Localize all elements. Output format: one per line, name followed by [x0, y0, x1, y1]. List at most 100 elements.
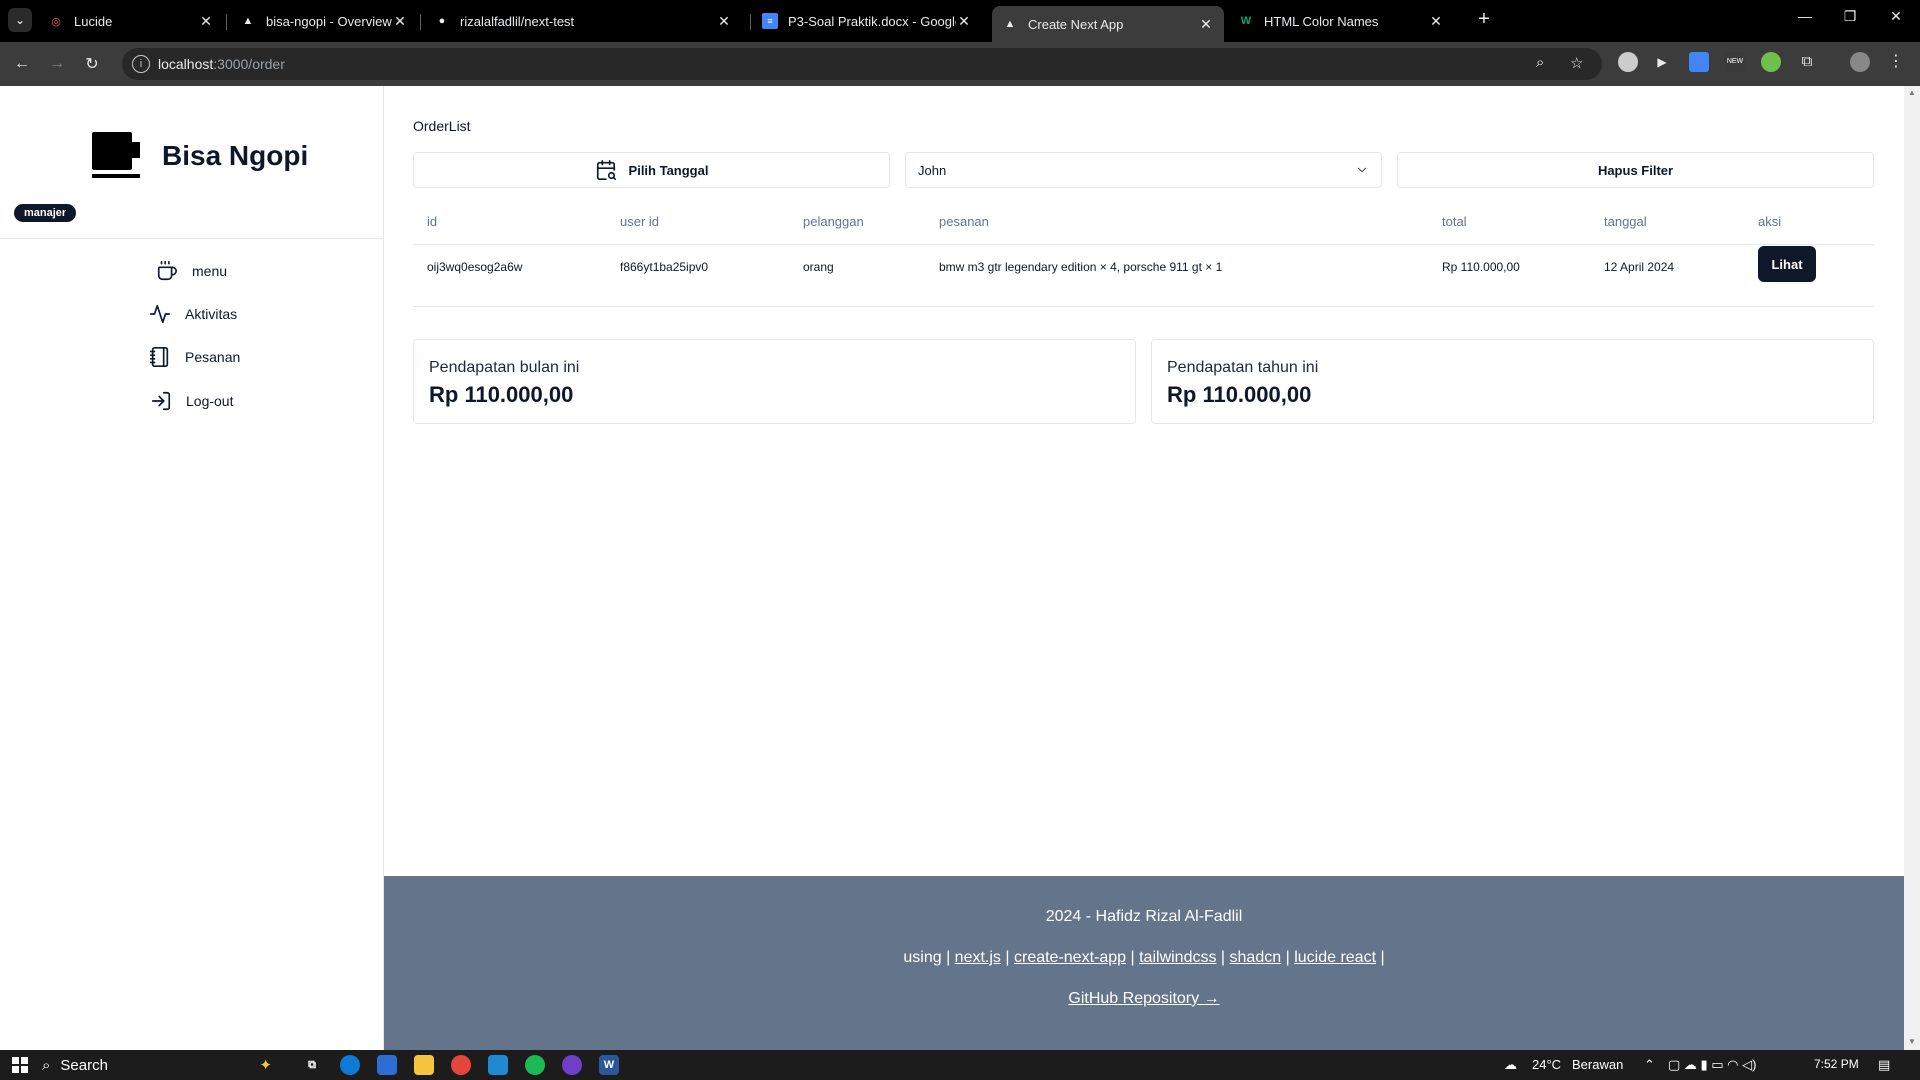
weather-cloud-icon[interactable]: ☁	[1504, 1057, 1517, 1073]
taskbar-search[interactable]: ⌕ Search ✦	[42, 1053, 282, 1077]
bookmark-star-icon[interactable]: ☆	[1570, 54, 1583, 72]
new-tab-button[interactable]: +	[1472, 8, 1496, 31]
column-header-pelanggan: pelanggan	[803, 214, 864, 229]
monthly-revenue-card: Pendapatan bulan ini Rp 110.000,00	[413, 339, 1136, 424]
close-icon[interactable]: ✕	[198, 13, 214, 30]
tab-google-docs[interactable]: ≡ P3-Soal Praktik.docx - Google D ✕	[752, 6, 982, 36]
weather-desc[interactable]: Berawan	[1572, 1057, 1623, 1072]
tab-separator	[750, 14, 751, 30]
close-icon[interactable]: ✕	[956, 13, 972, 30]
browser-menu-icon[interactable]: ⋮	[1886, 52, 1906, 72]
link-github-repository[interactable]: GitHub Repository →	[1068, 990, 1219, 1007]
vercel-favicon-icon: ▲	[242, 15, 254, 27]
footer-repo: GitHub Repository →	[384, 990, 1904, 1008]
github-desktop-icon[interactable]	[562, 1055, 582, 1075]
word-icon[interactable]: W	[599, 1055, 619, 1075]
cell-id: oij3wq0esog2a6w	[427, 260, 523, 274]
card-value: Rp 110.000,00	[429, 382, 574, 407]
browser-tab-bar: ⌄ ◎ Lucide ✕ ▲ bisa-ngopi - Overview – V…	[0, 0, 1920, 42]
view-order-button[interactable]: Lihat	[1758, 246, 1816, 282]
cell-tanggal: 12 April 2024	[1604, 260, 1675, 274]
spotify-icon[interactable]	[525, 1055, 545, 1075]
close-icon[interactable]: ✕	[716, 13, 732, 30]
address-bar[interactable]: i localhost:3000/order ⌕ ☆	[122, 48, 1602, 80]
date-picker-button[interactable]: Pilih Tanggal	[413, 152, 890, 188]
edge-icon[interactable]	[340, 1055, 360, 1075]
tray-chevron-up-icon[interactable]: ⌃	[1644, 1057, 1655, 1073]
sidebar-item-label: Log-out	[186, 393, 234, 409]
w3schools-favicon-icon: W	[1240, 15, 1252, 27]
translate-extension-icon[interactable]	[1689, 52, 1709, 72]
link-nextjs[interactable]: next.js	[955, 949, 1001, 966]
footer-separator: |	[1130, 949, 1135, 966]
cell-total: Rp 110.000,00	[1442, 260, 1520, 274]
url-text[interactable]: localhost:3000/order	[158, 56, 285, 72]
tab-title: HTML Color Names	[1264, 13, 1379, 29]
color-extension-icon[interactable]	[1761, 52, 1781, 72]
chevron-down-icon	[1357, 167, 1367, 173]
sidebar-item-aktivitas[interactable]: Aktivitas	[149, 303, 237, 325]
close-icon[interactable]: ✕	[392, 13, 408, 30]
tab-search-button[interactable]: ⌄	[8, 8, 32, 32]
zoom-icon[interactable]: ⌕	[1536, 54, 1544, 71]
profile-avatar-icon[interactable]	[1850, 52, 1870, 72]
close-icon[interactable]: ✕	[1428, 13, 1444, 30]
vercel-favicon-icon: ▲	[1004, 18, 1016, 30]
back-icon[interactable]: ←	[10, 52, 34, 76]
sidebar-item-label: menu	[192, 263, 228, 279]
sidebar-item-pesanan[interactable]: Pesanan	[149, 346, 240, 368]
sidebar-item-log-out[interactable]: Log-out	[150, 390, 233, 412]
link-create-next-app[interactable]: create-next-app	[1014, 949, 1126, 966]
scroll-down-icon[interactable]: ▼	[1908, 1037, 1916, 1046]
close-icon[interactable]: ✕	[1198, 16, 1214, 33]
tab-github[interactable]: ● rizalalfadlil/next-test ✕	[424, 6, 742, 36]
calendar-search-icon	[596, 160, 616, 180]
reload-icon[interactable]: ↻	[80, 52, 104, 76]
tab-lucide[interactable]: ◎ Lucide ✕	[38, 6, 224, 36]
forward-icon[interactable]: →	[45, 52, 69, 76]
card-label: Pendapatan tahun ini	[1167, 359, 1319, 376]
extension-icon[interactable]	[1618, 52, 1638, 72]
clock-time[interactable]: 7:52 PM	[1814, 1057, 1859, 1071]
extensions-puzzle-icon[interactable]: ⧉	[1797, 52, 1817, 72]
tab-html-color-names[interactable]: W HTML Color Names ✕	[1228, 6, 1454, 36]
link-tailwindcss[interactable]: tailwindcss	[1139, 949, 1216, 966]
cell-user-id: f866yt1ba25ipv0	[620, 260, 709, 274]
site-info-icon[interactable]: i	[132, 55, 150, 73]
search-icon: ⌕	[42, 1056, 51, 1074]
brand[interactable]: Bisa Ngopi	[92, 132, 308, 180]
link-lucide-react[interactable]: lucide react	[1294, 949, 1376, 966]
page-scrollbar[interactable]: ▲ ▼	[1904, 86, 1920, 1050]
clear-filter-button[interactable]: Hapus Filter	[1397, 152, 1874, 188]
tab-vercel[interactable]: ▲ bisa-ngopi - Overview – Vercel ✕	[230, 6, 418, 36]
weather-temp[interactable]: 24°C	[1532, 1057, 1561, 1072]
table-header-divider	[413, 244, 1874, 245]
sidebar-item-menu[interactable]: menu	[156, 260, 227, 282]
footer-separator: |	[1005, 949, 1010, 966]
role-badge: manajer	[14, 204, 77, 222]
windows-start-icon[interactable]	[12, 1057, 28, 1073]
date-picker-label: Pilih Tanggal	[628, 162, 709, 178]
vscode-icon[interactable]	[488, 1055, 508, 1075]
taskbar-search-label: Search	[60, 1056, 108, 1074]
minimize-icon[interactable]: —	[1793, 8, 1817, 24]
customer-select[interactable]: John	[905, 152, 1382, 188]
footer-credit: 2024 - Hafidz Rizal Al-Fadlil	[1045, 908, 1243, 925]
tray-icons[interactable]: ▢ ☁ ▮ ▭ ◠ ◁)	[1668, 1057, 1756, 1073]
scroll-up-icon[interactable]: ▲	[1908, 88, 1916, 97]
new-extension-icon[interactable]: NEW	[1725, 52, 1745, 72]
store-icon[interactable]	[377, 1055, 397, 1075]
cursor-extension-icon[interactable]: ▶	[1652, 52, 1672, 72]
url-path: :3000/order	[213, 56, 285, 72]
chrome-icon[interactable]	[451, 1055, 471, 1075]
restore-icon[interactable]: ❐	[1838, 8, 1862, 25]
file-explorer-icon[interactable]	[414, 1055, 434, 1075]
close-window-icon[interactable]: ✕	[1884, 8, 1908, 25]
footer: 2024 - Hafidz Rizal Al-Fadlil using | ne…	[384, 876, 1904, 1050]
tab-create-next-app[interactable]: ▲ Create Next App ✕	[992, 6, 1224, 42]
task-view-icon[interactable]: ⧉	[302, 1055, 322, 1075]
link-shadcn[interactable]: shadcn	[1230, 949, 1282, 966]
notifications-icon[interactable]: ▤	[1878, 1057, 1890, 1073]
notebook-icon	[150, 347, 169, 367]
card-value: Rp 110.000,00	[1167, 382, 1312, 407]
